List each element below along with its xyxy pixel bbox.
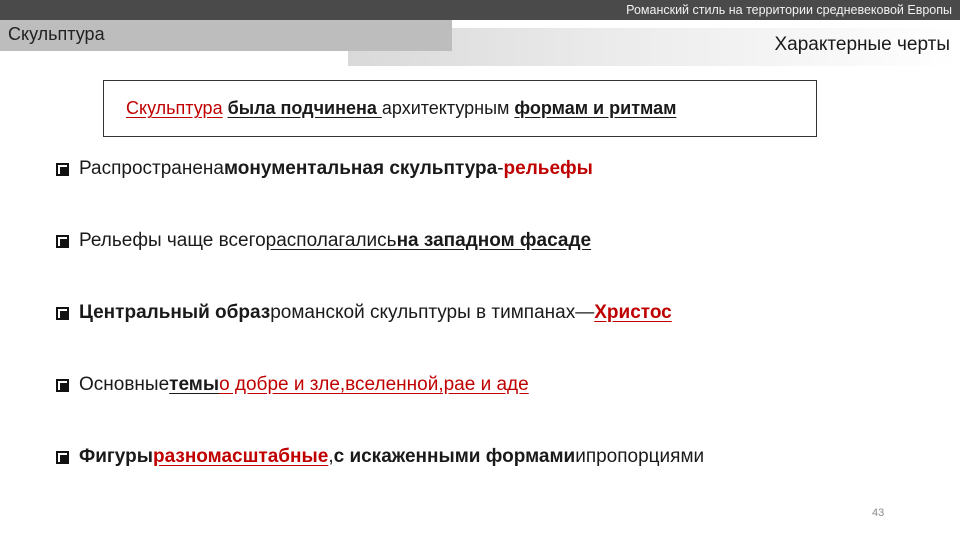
statement-verb: была подчинена [227,98,382,118]
bullet-text: Рельефы чаще всего [79,230,266,251]
bullet-text: романской скульптуры в тимпанах [270,302,576,323]
statement-subject: Скульптура [126,98,223,118]
statement-middle: архитектурным [381,98,515,118]
presentation-title: Романский стиль на территории средневеко… [626,3,952,17]
section-tab-label: Скульптура [8,24,105,44]
bullet-emphasis: с искаженными формами [333,446,576,467]
bullet-highlight: о добре и зле,вселенной,рае и аде [219,374,529,395]
bullet-item: Распространена монументальная скульптура… [56,158,593,180]
bullet-item: Фигуры разномасштабные, с искаженными фо… [56,446,704,468]
bullet-emphasis: темы [169,374,220,395]
bullet-emphasis: на западном фасаде [396,230,592,251]
bullet-item: Рельефы чаще всего располагались на запа… [56,230,591,252]
bullet-text: и [575,446,586,467]
checkbox-bullet-icon [56,378,69,392]
bullet-highlight: рельефы [503,158,593,179]
page-number: 43 [872,507,885,519]
bullet-highlight: разномасштабные [152,446,329,467]
bullet-item: Основные темы о добре и зле,вселенной,ра… [56,374,529,396]
statement-object: формам и ритмам [514,98,677,118]
bullet-text: — [575,302,595,323]
bullet-underlined: располагались [265,230,397,251]
bullet-text: Распространена [79,158,224,179]
checkbox-bullet-icon [56,162,69,176]
bullet-text: Основные [79,374,170,395]
bullet-emphasis: Фигуры [79,446,153,467]
framed-statement: Скульптура была подчинена архитектурным … [126,98,676,119]
checkbox-bullet-icon [56,234,69,248]
bullet-text: пропорциями [585,446,705,467]
checkbox-bullet-icon [56,450,69,464]
bullet-emphasis: Центральный образ [79,302,271,323]
bullet-highlight: Христос [594,302,672,323]
bullet-emphasis: монументальная скульптура [224,158,498,179]
bullet-item: Центральный образ романской скульптуры в… [56,302,672,324]
checkbox-bullet-icon [56,306,69,320]
slide-heading: Характерные черты [774,34,951,55]
